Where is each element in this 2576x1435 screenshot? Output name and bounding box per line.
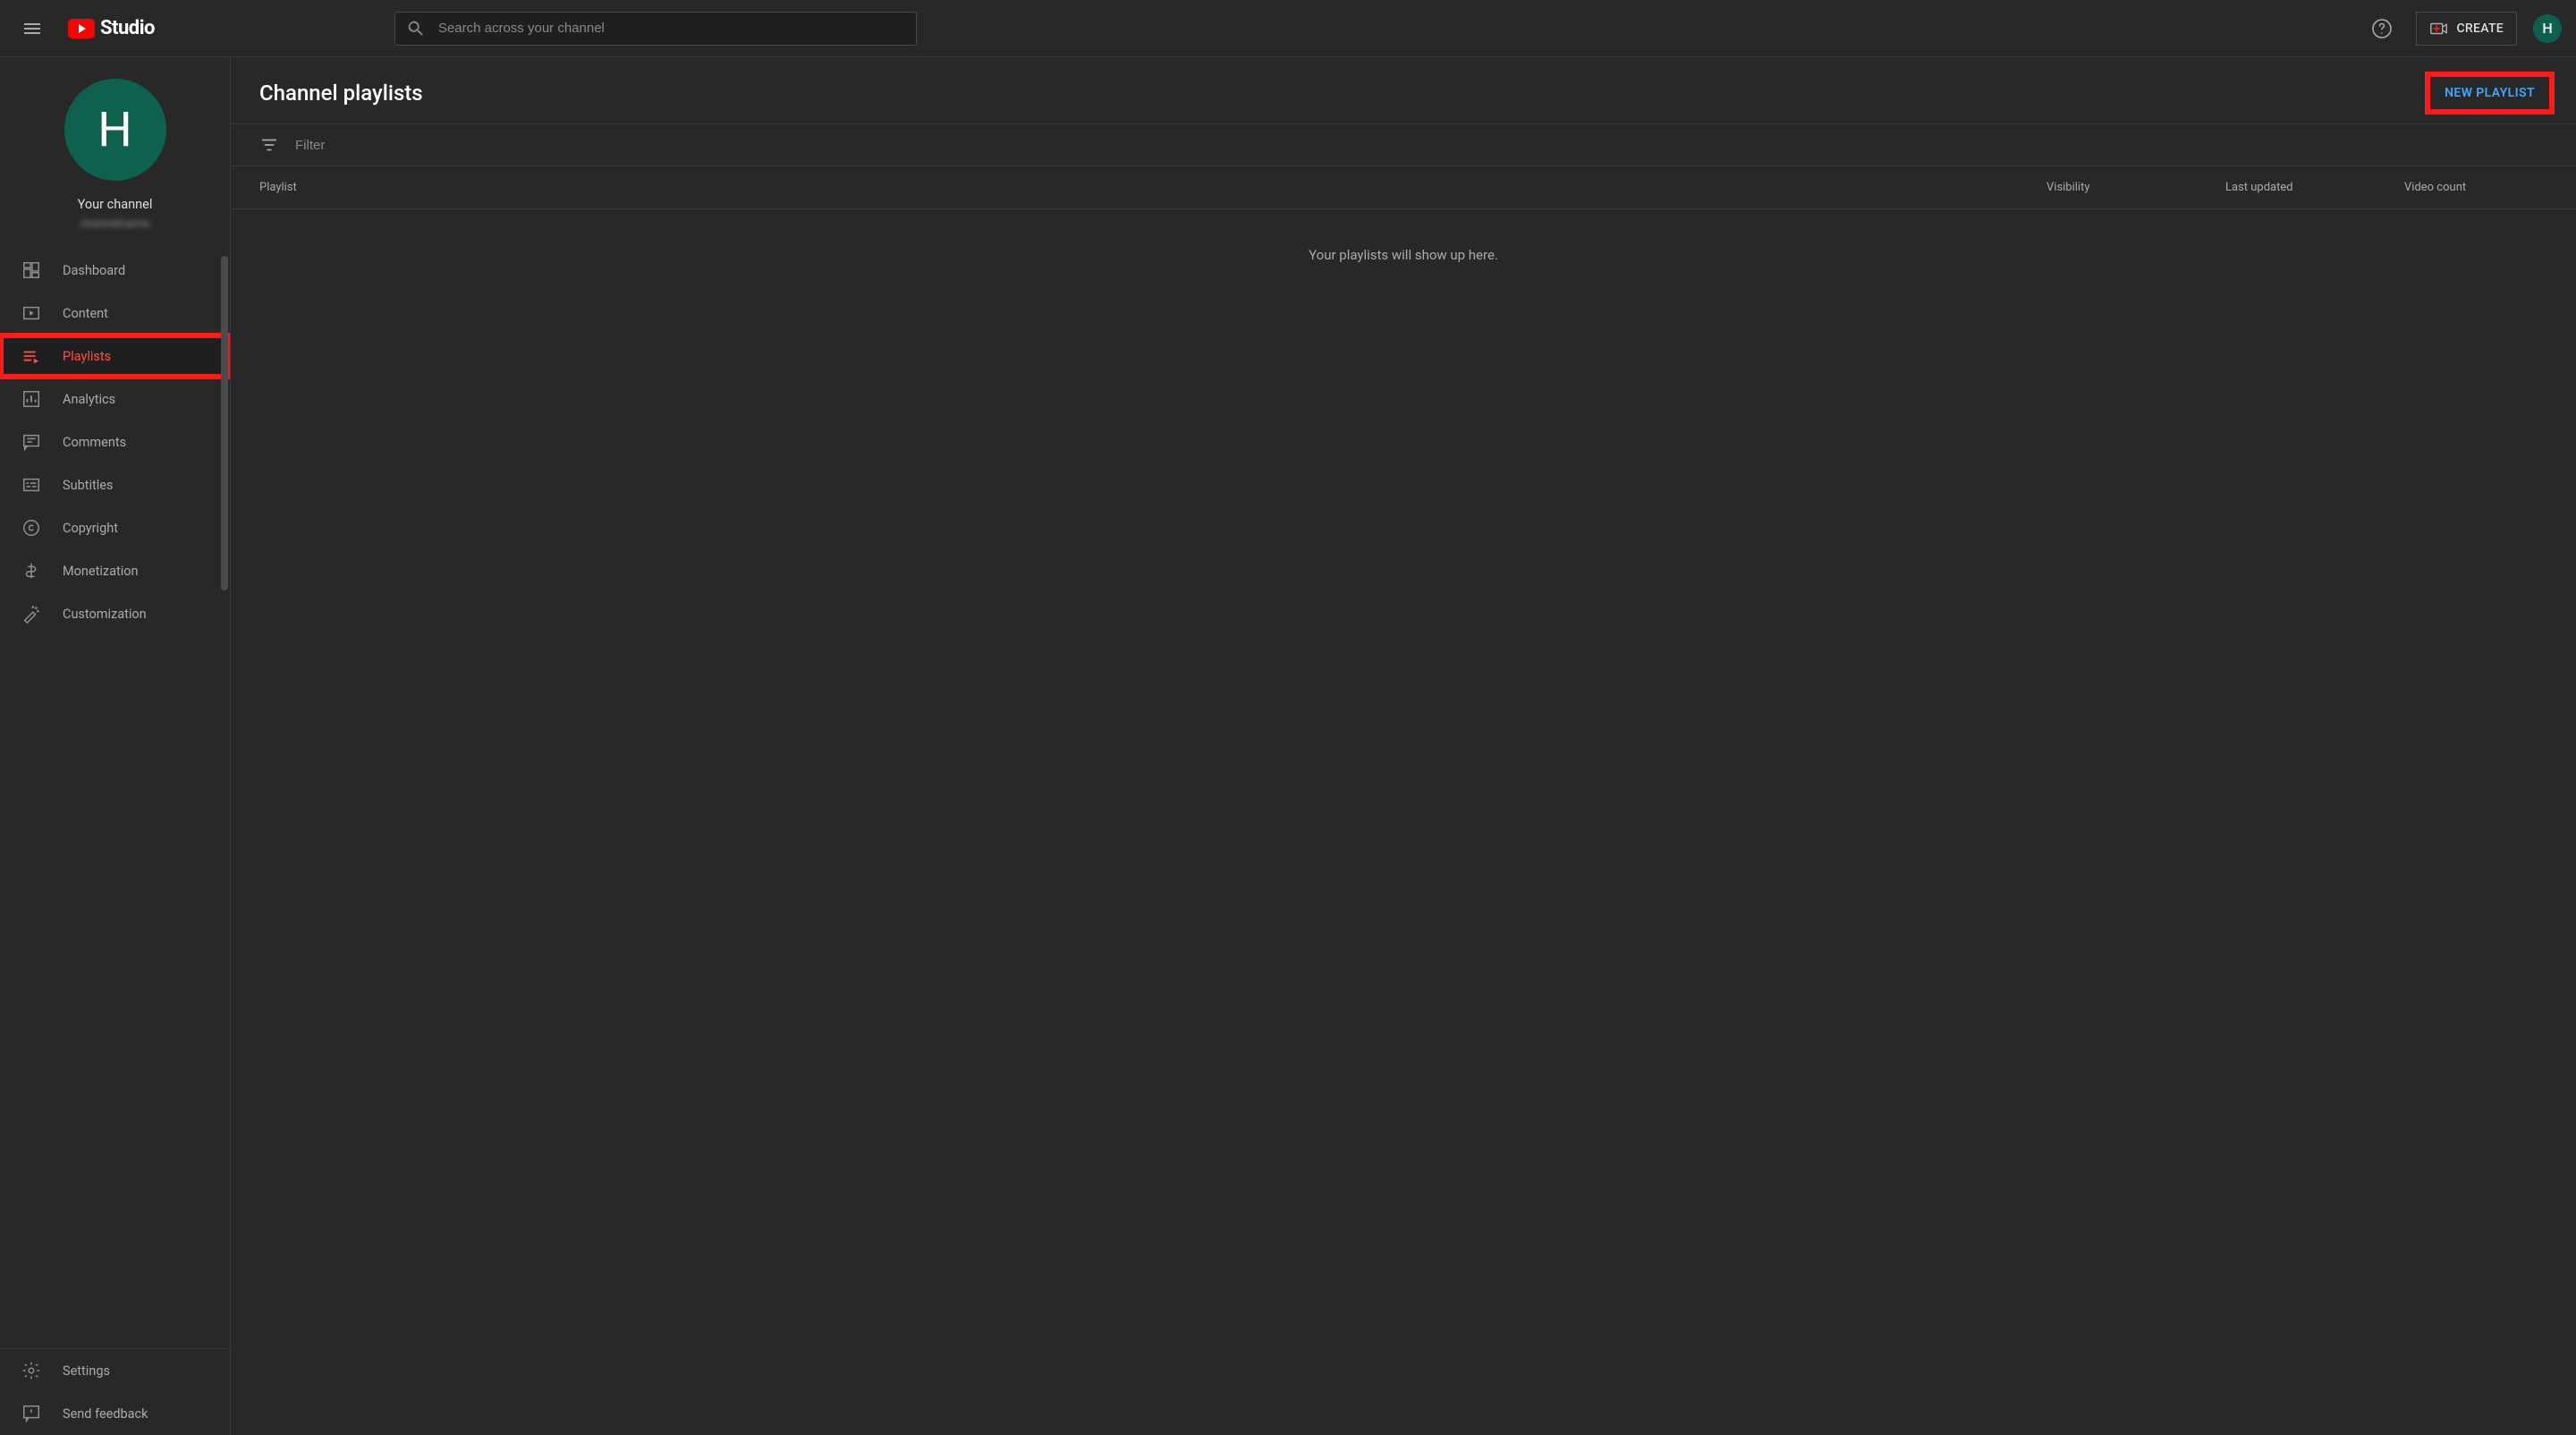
sidebar-item-subtitles[interactable]: Subtitles <box>0 463 230 506</box>
sidebar-item-label: Analytics <box>63 392 115 407</box>
column-visibility[interactable]: Visibility <box>2046 181 2225 194</box>
sidebar-item-settings[interactable]: Settings <box>0 1349 230 1392</box>
filter-row <box>231 123 2576 166</box>
search-box[interactable] <box>394 12 917 46</box>
sidebar-item-label: Playlists <box>63 349 111 364</box>
sidebar-item-label: Monetization <box>63 564 139 579</box>
column-last-updated[interactable]: Last updated <box>2225 181 2404 194</box>
sidebar-item-dashboard[interactable]: Dashboard <box>0 249 230 292</box>
subtitles-icon <box>21 475 41 495</box>
sidebar-item-label: Send feedback <box>63 1406 148 1422</box>
create-video-icon <box>2429 19 2449 38</box>
channel-block: H Your channel channelname <box>0 57 230 249</box>
sidebar-item-label: Copyright <box>63 521 118 536</box>
copyright-icon <box>21 518 41 538</box>
sidebar-item-label: Customization <box>63 607 147 622</box>
create-label: CREATE <box>2456 21 2504 36</box>
empty-state-message: Your playlists will show up here. <box>231 209 2576 301</box>
studio-logo[interactable]: Studio <box>68 17 155 39</box>
column-video-count[interactable]: Video count <box>2404 181 2547 194</box>
sidebar-item-monetization[interactable]: Monetization <box>0 549 230 592</box>
sidebar-item-feedback[interactable]: Send feedback <box>0 1392 230 1435</box>
monetization-icon <box>21 561 41 581</box>
sidebar-item-copyright[interactable]: Copyright <box>0 506 230 549</box>
sidebar-scrollbar[interactable] <box>221 256 228 590</box>
analytics-icon <box>21 389 41 409</box>
playlists-icon <box>21 346 41 366</box>
help-icon <box>2371 18 2393 39</box>
comments-icon <box>21 432 41 452</box>
sidebar-item-label: Dashboard <box>63 263 125 278</box>
logo-text: Studio <box>100 17 155 39</box>
sidebar-item-label: Content <box>63 306 108 321</box>
channel-avatar[interactable]: H <box>64 79 166 181</box>
feedback-icon <box>21 1404 41 1423</box>
sidebar-item-label: Settings <box>63 1363 110 1379</box>
table-header: Playlist Visibility Last updated Video c… <box>231 166 2576 209</box>
side-nav: Dashboard Content Playlists Analytics Co… <box>0 249 230 1348</box>
menu-button[interactable] <box>14 11 50 47</box>
create-button[interactable]: CREATE <box>2416 12 2517 46</box>
sidebar-item-analytics[interactable]: Analytics <box>0 378 230 420</box>
gear-icon <box>21 1361 41 1380</box>
your-channel-label: Your channel <box>78 197 153 212</box>
youtube-play-icon <box>68 19 95 38</box>
sidebar-item-customization[interactable]: Customization <box>0 592 230 635</box>
new-playlist-button[interactable]: NEW PLAYLIST <box>2432 79 2547 107</box>
sidebar-item-content[interactable]: Content <box>0 292 230 335</box>
channel-name: channelname <box>80 217 150 231</box>
sidebar-item-comments[interactable]: Comments <box>0 420 230 463</box>
sidebar-item-label: Comments <box>63 435 126 450</box>
sidebar: H Your channel channelname Dashboard Con… <box>0 57 231 1435</box>
sidebar-item-label: Subtitles <box>63 478 113 493</box>
customization-icon <box>21 604 41 624</box>
column-playlist[interactable]: Playlist <box>259 181 2046 194</box>
main-content: Channel playlists NEW PLAYLIST Playlist … <box>231 57 2576 1435</box>
search-icon <box>406 19 426 38</box>
filter-icon <box>259 135 279 155</box>
account-avatar[interactable]: H <box>2533 14 2562 43</box>
sidebar-footer: Settings Send feedback <box>0 1348 230 1435</box>
help-button[interactable] <box>2364 11 2400 47</box>
search-input[interactable] <box>438 21 905 36</box>
sidebar-item-playlists[interactable]: Playlists <box>0 335 230 378</box>
page-title: Channel playlists <box>259 81 423 106</box>
filter-input[interactable] <box>295 138 2547 153</box>
page-header: Channel playlists NEW PLAYLIST <box>231 57 2576 123</box>
dashboard-icon <box>21 260 41 280</box>
hamburger-icon <box>21 18 43 39</box>
search-wrap <box>394 12 917 46</box>
topbar-right: CREATE H <box>2364 11 2562 47</box>
topbar: Studio CREATE H <box>0 0 2576 57</box>
content-icon <box>21 303 41 323</box>
